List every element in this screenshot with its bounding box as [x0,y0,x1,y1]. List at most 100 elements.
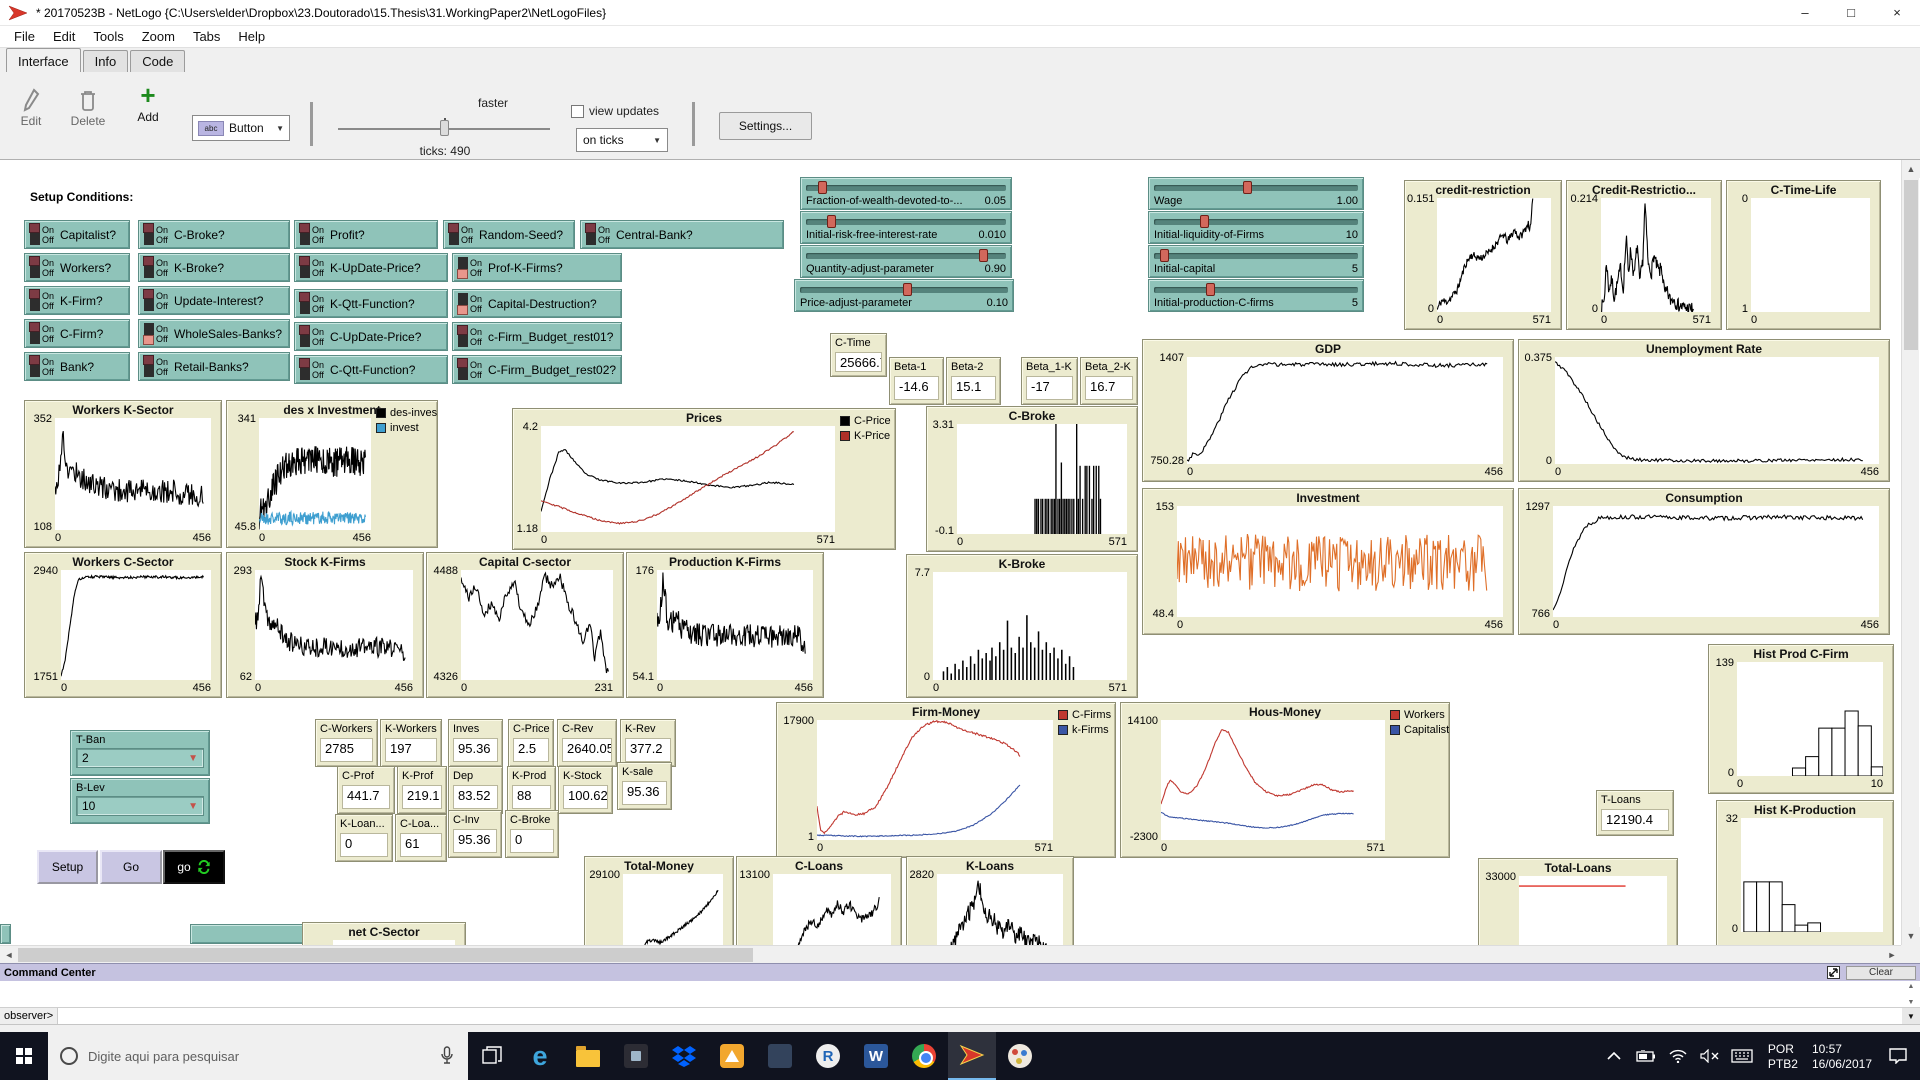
menu-tools[interactable]: Tools [84,29,132,44]
action-center-icon[interactable] [1884,1032,1912,1080]
scroll-down-arrow[interactable]: ▼ [1902,927,1920,945]
taskbar-app-dropbox[interactable] [660,1032,708,1080]
menu-file[interactable]: File [5,29,44,44]
taskbar-app-dark[interactable] [756,1032,804,1080]
chooser-t-ban[interactable]: T-Ban 2 ▼ [70,730,210,776]
command-input[interactable] [58,1008,1902,1024]
update-mode-dropdown[interactable]: on ticks ▼ [576,128,668,152]
slider-handle[interactable] [1160,249,1169,262]
switch-c-firm-budget-rest02[interactable]: On Off C-Firm_Budget_rest02? [452,355,622,384]
slider-handle[interactable] [903,283,912,296]
switch-retail-banks[interactable]: On Off Retail-Banks? [138,352,290,381]
slider-wage[interactable]: Wage 1.00 [1148,177,1364,210]
clear-button[interactable]: Clear [1846,965,1916,980]
slider-handle[interactable] [1200,215,1209,228]
slider-handle[interactable] [1206,283,1215,296]
menu-tabs[interactable]: Tabs [184,29,229,44]
tab-info[interactable]: Info [82,50,129,72]
slider-initial-liquidity-of-firms[interactable]: Initial-liquidity-of-Firms 10 [1148,211,1364,244]
switch-k-update-price[interactable]: On Off K-UpDate-Price? [294,253,448,282]
view-updates-checkbox[interactable]: view updates [571,104,659,118]
switch-prof-k-firms[interactable]: On Off Prof-K-Firms? [452,253,622,282]
slider-handle[interactable] [1243,181,1252,194]
scroll-right-arrow[interactable]: ► [1883,946,1901,964]
switch-c-qtt-function[interactable]: On Off C-Qtt-Function? [294,355,448,384]
switch-workers[interactable]: On Off Workers? [24,253,130,282]
slider-handle[interactable] [827,215,836,228]
taskbar-app-edge[interactable]: e [516,1032,564,1080]
button-setup[interactable]: Setup [37,850,98,884]
checkbox-icon[interactable] [571,104,584,118]
add-tool-button[interactable]: + Add [128,82,168,124]
switch-k-firm[interactable]: On Off K-Firm? [24,286,130,315]
tab-code[interactable]: Code [130,50,186,72]
taskbar-app-r[interactable]: R [804,1032,852,1080]
tray-chevron-up-icon[interactable] [1600,1032,1628,1080]
chooser-b-lev[interactable]: B-Lev 10 ▼ [70,778,210,824]
close-button[interactable]: × [1874,0,1920,26]
switch-c-update-price[interactable]: On Off C-UpDate-Price? [294,322,448,351]
taskbar-search-box[interactable]: Digite aqui para pesquisar [48,1032,468,1080]
vertical-scrollbar[interactable]: ▲ ▼ [1901,160,1920,945]
slider-fraction-of-wealth-devoted-to[interactable]: Fraction-of-wealth-devoted-to-... 0.05 [800,177,1012,210]
task-view-button[interactable] [468,1032,516,1080]
slider-quantity-adjust-parameter[interactable]: Quantity-adjust-parameter 0.90 [800,245,1012,278]
tab-interface[interactable]: Interface [6,48,81,72]
speed-slider-thumb[interactable] [440,120,449,136]
button-go-forever[interactable]: go [163,850,225,884]
switch-capitalist[interactable]: On Off Capitalist? [24,220,130,249]
wifi-icon[interactable] [1664,1032,1692,1080]
switch-c-firm[interactable]: On Off C-Firm? [24,319,130,348]
agent-type-dropdown-arrow[interactable]: ▼ [1902,1008,1920,1024]
taskbar-app-netlogo[interactable] [948,1032,996,1080]
switch-c-firm-budget-rest01[interactable]: On Off c-Firm_Budget_rest01? [452,322,622,351]
microphone-icon[interactable] [440,1046,454,1066]
touch-keyboard-icon[interactable] [1728,1032,1756,1080]
chooser-dropdown-arrow[interactable]: ▼ [188,801,198,812]
delete-tool-button[interactable]: Delete [66,88,110,128]
settings-button[interactable]: Settings... [719,112,812,140]
slider-handle[interactable] [979,249,988,262]
menu-edit[interactable]: Edit [44,29,84,44]
menu-help[interactable]: Help [229,29,274,44]
switch-c-broke[interactable]: On Off C-Broke? [138,220,290,249]
vertical-scroll-thumb[interactable] [1904,180,1918,350]
battery-icon[interactable] [1632,1032,1660,1080]
taskbar-app-amber[interactable] [708,1032,756,1080]
switch-profit[interactable]: On Off Profit? [294,220,438,249]
switch-bank[interactable]: On Off Bank? [24,352,130,381]
clock-language-block[interactable]: POR 10:57 PTB2 16/06/2017 [1760,1042,1880,1071]
switch-central-bank[interactable]: On Off Central-Bank? [580,220,784,249]
start-button[interactable] [0,1032,48,1080]
switch-k-broke[interactable]: On Off K-Broke? [138,253,290,282]
edit-tool-button[interactable]: Edit [14,88,48,128]
slider-price-adjust-parameter[interactable]: Price-adjust-parameter 0.10 [794,279,1014,312]
switch-capital-destruction[interactable]: On Off Capital-Destruction? [452,289,622,318]
scroll-up-arrow[interactable]: ▲ [1902,160,1920,178]
scroll-left-arrow[interactable]: ◄ [0,946,18,964]
switch-update-interest[interactable]: On Off Update-Interest? [138,286,290,315]
widget-type-dropdown[interactable]: abc Button ▼ [192,115,290,141]
slider-initial-risk-free-interest-rate[interactable]: Initial-risk-free-interest-rate 0.010 [800,211,1012,244]
menu-zoom[interactable]: Zoom [133,29,184,44]
horizontal-scroll-thumb[interactable] [18,948,753,962]
taskbar-app-paint[interactable] [996,1032,1044,1080]
horizontal-scrollbar[interactable]: ◄ ► [0,945,1901,964]
taskbar-app-word[interactable]: W [852,1032,900,1080]
switch-wholesales-banks[interactable]: On Off WholeSales-Banks? [138,319,290,348]
minimize-button[interactable]: – [1782,0,1828,26]
taskbar-app-file-explorer[interactable] [564,1032,612,1080]
maximize-button[interactable]: □ [1828,0,1874,26]
expand-icon[interactable] [1827,966,1840,979]
slider-initial-capital[interactable]: Initial-capital 5 [1148,245,1364,278]
slider-initial-production-c-firms[interactable]: Initial-production-C-firms 5 [1148,279,1364,312]
output-scroll-arrows[interactable]: ▲ ▼ [1904,981,1918,1008]
taskbar-app-chrome[interactable] [900,1032,948,1080]
slider-handle[interactable] [818,181,827,194]
button-go[interactable]: Go [100,850,162,884]
chooser-dropdown-arrow[interactable]: ▼ [188,753,198,764]
switch-k-qtt-function[interactable]: On Off K-Qtt-Function? [294,289,448,318]
switch-random-seed[interactable]: On Off Random-Seed? [443,220,575,249]
taskbar-app-photos[interactable] [612,1032,660,1080]
volume-muted-icon[interactable] [1696,1032,1724,1080]
